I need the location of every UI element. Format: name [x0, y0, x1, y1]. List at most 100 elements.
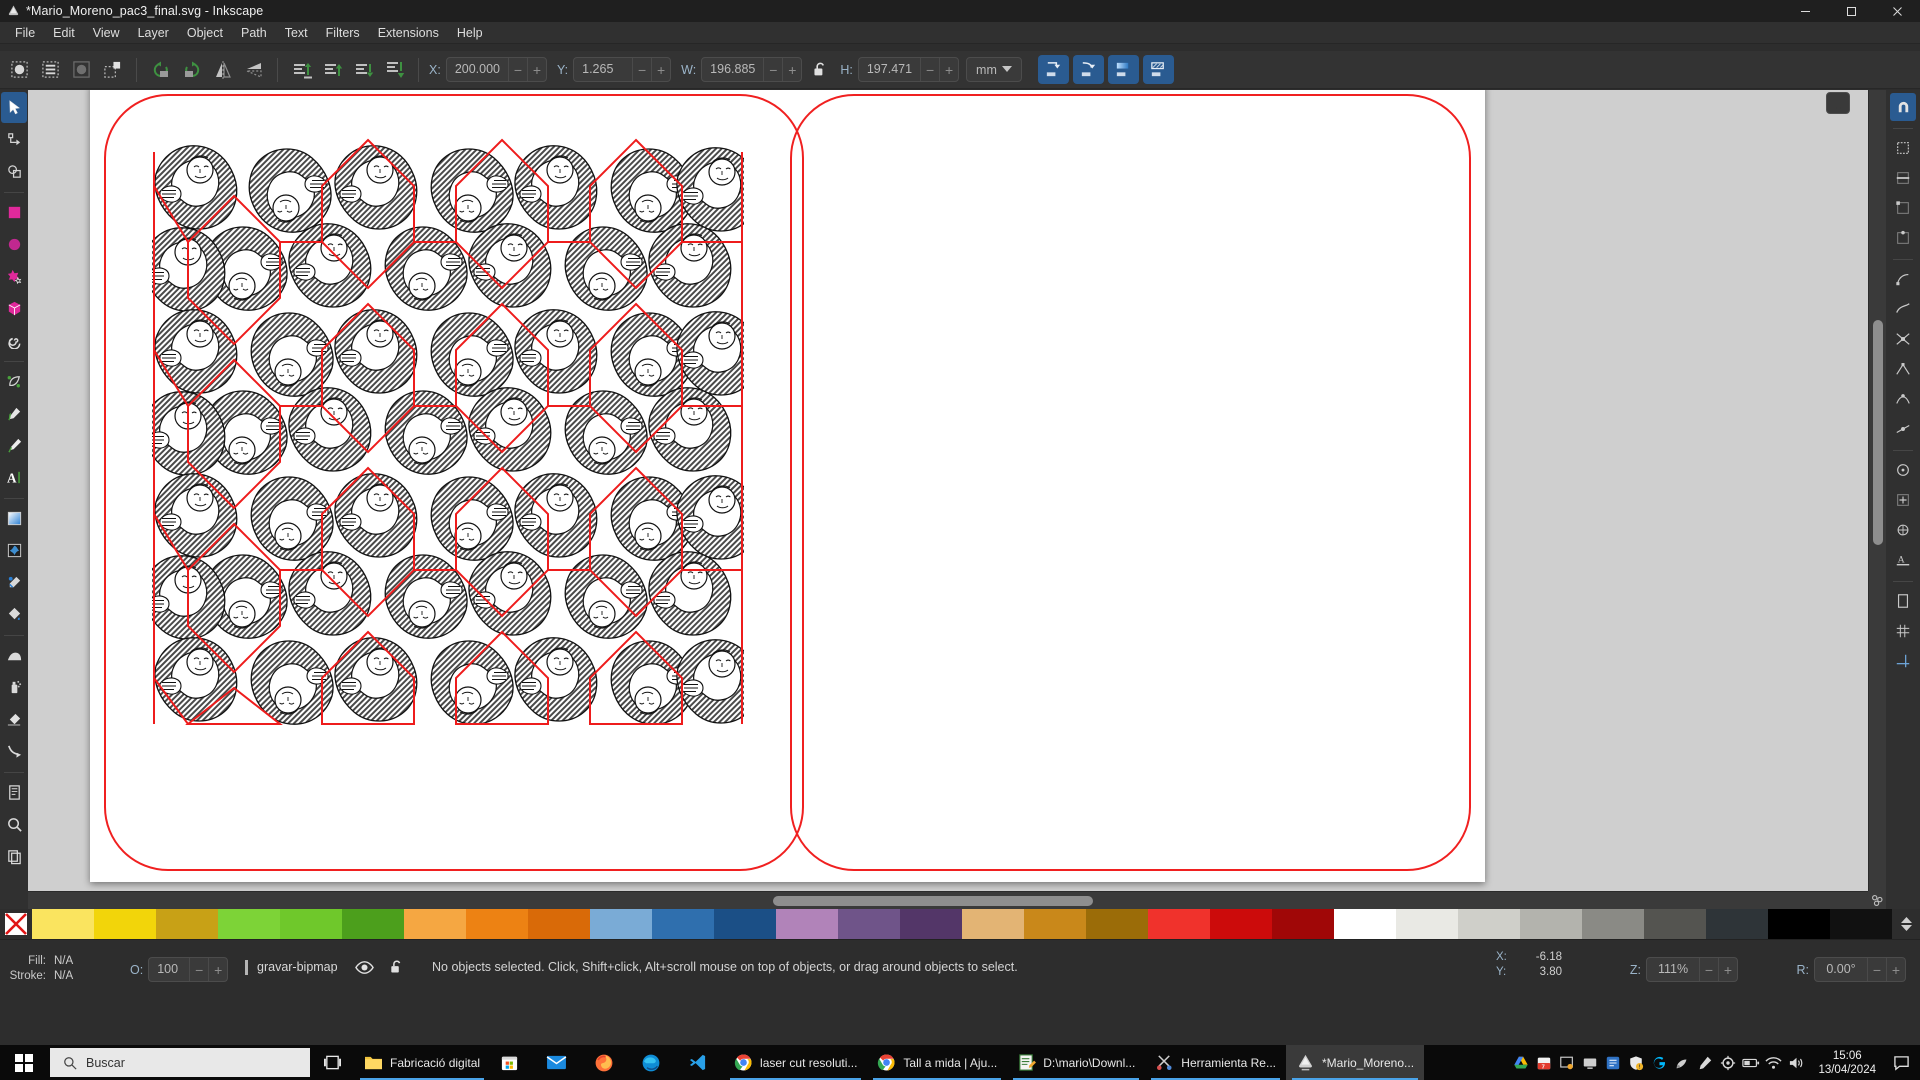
unit-select[interactable]: mm: [966, 57, 1022, 82]
height-decrement-button[interactable]: −: [920, 58, 939, 81]
width-increment-button[interactable]: +: [782, 58, 801, 81]
rotation-increment-button[interactable]: +: [1886, 958, 1905, 981]
zoom-tool[interactable]: [1, 809, 27, 840]
snap-smooth-nodes-button[interactable]: [1890, 385, 1916, 413]
palette-swatch[interactable]: [1706, 909, 1768, 939]
document-page[interactable]: [90, 90, 1485, 882]
no-color-x-icon[interactable]: [0, 909, 32, 939]
rectangle-tool[interactable]: [1, 197, 27, 228]
taskbar-item-snipping[interactable]: Herramienta Re...: [1145, 1045, 1286, 1080]
taskbar-item-chrome-1[interactable]: laser cut resoluti...: [724, 1045, 867, 1080]
height-field-value[interactable]: 197.471: [859, 58, 920, 81]
raise-to-top-icon[interactable]: [287, 55, 316, 84]
canvas-vertical-scrollbar[interactable]: [1868, 90, 1886, 891]
palette-swatch[interactable]: [652, 909, 714, 939]
eye-icon[interactable]: [354, 960, 374, 975]
windows-start-icon[interactable]: [0, 1045, 48, 1080]
rotation-value[interactable]: 0.00°: [1815, 958, 1867, 981]
unlocked-padlock-icon[interactable]: [389, 959, 405, 975]
invert-selection-icon[interactable]: [98, 55, 127, 84]
opacity-increment-button[interactable]: +: [208, 958, 227, 981]
palette-swatch[interactable]: [1272, 909, 1334, 939]
snap-grids-button[interactable]: [1890, 617, 1916, 645]
y-field[interactable]: 1.265 − +: [573, 57, 672, 82]
taskbar-item-firefox[interactable]: [584, 1045, 631, 1080]
menu-filters[interactable]: Filters: [317, 22, 369, 44]
paint-bucket-tool[interactable]: [1, 599, 27, 630]
ellipse-tool[interactable]: [1, 229, 27, 260]
flip-horizontal-icon[interactable]: [208, 55, 237, 84]
palette-swatch[interactable]: [528, 909, 590, 939]
opacity-control[interactable]: O: 100 − +: [130, 957, 229, 982]
unlocked-padlock-icon[interactable]: [807, 57, 833, 83]
pen-tool[interactable]: [1, 366, 27, 397]
enable-snapping-toggle[interactable]: [1890, 93, 1916, 121]
palette-swatch[interactable]: [776, 909, 838, 939]
menu-object[interactable]: Object: [178, 22, 232, 44]
taskbar-item-chrome-2[interactable]: Tall a mida | Aju...: [867, 1045, 1007, 1080]
height-field[interactable]: 197.471 − +: [857, 57, 960, 82]
menu-layer[interactable]: Layer: [129, 22, 178, 44]
palette-swatch[interactable]: [1582, 909, 1644, 939]
zoom-control[interactable]: Z: 111% − +: [1630, 957, 1738, 982]
drive-icon[interactable]: [1509, 1045, 1532, 1080]
flip-vertical-icon[interactable]: [239, 55, 268, 84]
palette-swatch[interactable]: [1148, 909, 1210, 939]
palette-swatch[interactable]: [1396, 909, 1458, 939]
layer-name[interactable]: gravar-bipmap: [257, 960, 338, 974]
menu-view[interactable]: View: [84, 22, 129, 44]
palette-swatch[interactable]: [838, 909, 900, 939]
affect-rounded-corners-button[interactable]: [1072, 55, 1104, 84]
palette-swatches[interactable]: [32, 909, 1892, 939]
y-increment-button[interactable]: +: [651, 58, 670, 81]
snap-paths-button[interactable]: [1890, 295, 1916, 323]
pen-tablet-icon[interactable]: [1693, 1045, 1716, 1080]
palette-swatch[interactable]: [900, 909, 962, 939]
snap-line-midpoints-button[interactable]: [1890, 415, 1916, 443]
zoom-fit-drawing-icon[interactable]: [1868, 891, 1886, 909]
select-all-icon[interactable]: [5, 55, 34, 84]
escher-tessellation-artwork[interactable]: [152, 138, 744, 726]
rounded-rect-right[interactable]: [790, 94, 1471, 871]
affect-patterns-button[interactable]: [1142, 55, 1174, 84]
taskbar-item-explorer[interactable]: Fabricació digital: [354, 1045, 490, 1080]
snap-cusp-nodes-button[interactable]: [1890, 355, 1916, 383]
measure-tool[interactable]: [1, 841, 27, 872]
x-field[interactable]: 200.000 − +: [445, 57, 547, 82]
taskbar-item-mail[interactable]: [536, 1045, 584, 1080]
x-decrement-button[interactable]: −: [508, 58, 527, 81]
opacity-field[interactable]: 100 − +: [148, 957, 229, 982]
monitor-icon[interactable]: [1578, 1045, 1601, 1080]
task-view-icon[interactable]: [310, 1045, 354, 1080]
height-increment-button[interactable]: +: [939, 58, 958, 81]
speaker-icon[interactable]: [1785, 1045, 1808, 1080]
menu-path[interactable]: Path: [232, 22, 276, 44]
rotation-control[interactable]: R: 0.00° − +: [1797, 957, 1906, 982]
snap-bbox-edge-midpoint-button[interactable]: [1890, 224, 1916, 252]
menu-file[interactable]: File: [6, 22, 44, 44]
calligraphy-tool[interactable]: [1, 430, 27, 461]
gear-icon[interactable]: [1716, 1045, 1739, 1080]
zoom-in-button[interactable]: +: [1718, 958, 1737, 981]
3dbox-tool[interactable]: [1, 293, 27, 324]
raise-icon[interactable]: [318, 55, 347, 84]
canvas-area[interactable]: [28, 90, 1886, 909]
menu-extensions[interactable]: Extensions: [369, 22, 448, 44]
rotate-90-ccw-icon[interactable]: [146, 55, 175, 84]
palette-swatch[interactable]: [1024, 909, 1086, 939]
zoom-value[interactable]: 111%: [1647, 958, 1699, 981]
palette-swatch[interactable]: [962, 909, 1024, 939]
blue-app-icon[interactable]: [1601, 1045, 1624, 1080]
tweak-tool[interactable]: [1, 640, 27, 671]
palette-swatch[interactable]: [1458, 909, 1520, 939]
palette-swatch[interactable]: [1520, 909, 1582, 939]
select-all-in-all-layers-icon[interactable]: [36, 55, 65, 84]
y-field-value[interactable]: 1.265: [574, 58, 632, 81]
node-tool[interactable]: [1, 124, 27, 155]
layer-indicator[interactable]: gravar-bipmap: [245, 959, 405, 975]
snap-nodes-button[interactable]: [1890, 265, 1916, 293]
fill-stroke-indicator[interactable]: Fill: N/A Stroke: N/A: [6, 954, 94, 984]
dropper-tool[interactable]: [1, 567, 27, 598]
vertical-scroll-thumb[interactable]: [1873, 320, 1883, 545]
text-tool[interactable]: A: [1, 462, 27, 493]
